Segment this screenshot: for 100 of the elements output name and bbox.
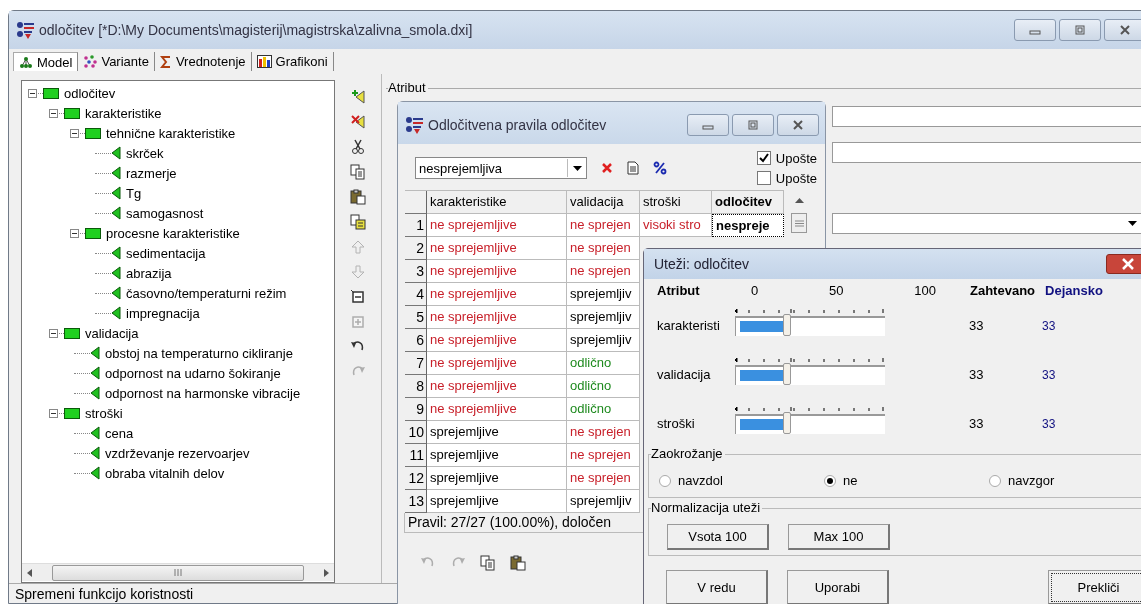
scale-label: 50: [829, 282, 844, 298]
radio-button[interactable]: ne: [824, 473, 989, 488]
copy-icon[interactable]: [480, 555, 496, 571]
tree-item[interactable]: karakteristike: [85, 105, 162, 121]
table-cell: sprejemljiv: [567, 283, 640, 306]
close-button[interactable]: [1104, 19, 1141, 41]
collapse-icon[interactable]: [49, 328, 58, 338]
column-header[interactable]: validacija: [567, 191, 640, 214]
scroll-right-icon[interactable]: [322, 568, 330, 577]
dots-icon: [83, 55, 98, 68]
tree-item[interactable]: sedimentacija: [126, 245, 206, 261]
attribute-label: stroški: [657, 416, 696, 431]
maximize-icon: [1074, 25, 1086, 35]
input-field[interactable]: [832, 142, 1141, 163]
ok-button[interactable]: V redu: [666, 570, 768, 604]
collapse-icon[interactable]: [28, 88, 37, 98]
tree-item[interactable]: validacija: [85, 325, 139, 341]
weight-slider[interactable]: [735, 358, 885, 385]
actual-value: 33: [1042, 416, 1056, 431]
table-cell: visoki stro: [640, 214, 712, 237]
tree-item[interactable]: odpornost na harmonske vibracije: [105, 385, 301, 401]
column-header: Dejansko: [1045, 282, 1103, 298]
scale-label: 100: [914, 282, 936, 298]
tree-item[interactable]: tehnične karakteristike: [106, 125, 236, 141]
weight-slider[interactable]: [735, 407, 885, 434]
leaf-node-icon: [90, 386, 100, 400]
corner-cell: [405, 191, 427, 214]
column-header[interactable]: odločitev: [712, 191, 784, 214]
leaf-node-icon: [90, 366, 100, 380]
column-header[interactable]: stroški: [640, 191, 712, 214]
close-icon: [792, 120, 804, 130]
copy-icon[interactable]: [350, 164, 366, 180]
tree-item[interactable]: samogasnost: [126, 205, 204, 221]
tree-item[interactable]: obstoj na temperaturno cikliranje: [105, 345, 293, 361]
percent-icon[interactable]: [653, 161, 667, 175]
close-button[interactable]: [1106, 254, 1141, 274]
row-number: 13: [405, 490, 427, 513]
row-number: 7: [405, 352, 427, 375]
collapse-icon[interactable]: [49, 108, 58, 118]
normalize-button[interactable]: Max 100: [788, 524, 890, 550]
collapse-icon[interactable]: [70, 228, 79, 238]
leaf-node-icon: [90, 466, 100, 480]
tree-item[interactable]: Tg: [126, 185, 142, 201]
tree-item[interactable]: stroški: [85, 405, 123, 421]
normalize-button[interactable]: Vsota 100: [667, 524, 769, 550]
scale-label: 0: [751, 282, 759, 298]
radio-button[interactable]: navzdol: [659, 473, 824, 488]
group-title: Zaokrožanje: [651, 446, 725, 461]
apply-button[interactable]: Uporabi: [787, 570, 889, 604]
tree-item[interactable]: razmerje: [126, 165, 177, 181]
tree-item[interactable]: odpornost na udarno šokiranje: [105, 365, 281, 381]
close-icon: [1121, 258, 1135, 270]
table-cell: odlično: [567, 352, 640, 375]
dropdown[interactable]: [832, 213, 1141, 234]
filter-dropdown[interactable]: nesprejemljiva: [415, 157, 587, 179]
table-cell: sprejemljive: [427, 490, 567, 513]
paste-icon[interactable]: [510, 555, 526, 571]
tree-item[interactable]: odločitev: [64, 85, 116, 101]
add-node-icon[interactable]: [350, 89, 366, 105]
tree-item[interactable]: skrček: [126, 145, 164, 161]
aggregate-node-icon: [64, 327, 80, 339]
column-header[interactable]: karakteristike: [427, 191, 567, 214]
tab[interactable]: Model: [13, 52, 79, 71]
collapse-icon[interactable]: [49, 408, 58, 418]
collapse-icon[interactable]: [70, 128, 79, 138]
horizontal-scrollbar[interactable]: [22, 563, 334, 581]
tree-item[interactable]: obraba vitalnih delov: [105, 465, 225, 481]
document-icon[interactable]: [627, 161, 639, 175]
group-title: Atribut: [388, 80, 428, 95]
tree-item[interactable]: abrazija: [126, 265, 172, 281]
delete-icon[interactable]: [601, 162, 613, 174]
tree-item[interactable]: procesne karakteristike: [106, 225, 240, 241]
checkbox[interactable]: Upošte: [756, 150, 817, 166]
radio-button[interactable]: navzgor: [989, 473, 1141, 488]
leaf-node-icon: [111, 286, 121, 300]
scissors-icon[interactable]: [350, 139, 366, 155]
cancel-button[interactable]: Prekliči: [1048, 570, 1141, 604]
table-cell: ne sprejemljive: [427, 214, 567, 237]
row-number: 3: [405, 260, 427, 283]
tree-item[interactable]: vzdrževanje rezervoarjev: [105, 445, 250, 461]
table-cell: ne sprejemljive: [427, 237, 567, 260]
tree-item[interactable]: časovno/temperaturni režim: [126, 285, 287, 301]
paste-special-icon[interactable]: [350, 214, 366, 230]
table-cell: ne sprejen: [567, 214, 640, 237]
delete-node-icon[interactable]: [350, 114, 366, 130]
checkbox[interactable]: Upošte: [756, 170, 817, 186]
table-cell: ne sprejemljive: [427, 260, 567, 283]
input-field[interactable]: [832, 106, 1141, 127]
tree-item[interactable]: cena: [105, 425, 134, 441]
weight-slider[interactable]: [735, 309, 885, 336]
caret-icon: [572, 165, 582, 171]
paste-icon[interactable]: [350, 189, 366, 205]
close-button[interactable]: [777, 114, 819, 136]
scroll-up-icon[interactable]: [794, 198, 804, 203]
tree-item[interactable]: impregnacija: [126, 305, 200, 321]
scroll-left-icon[interactable]: [26, 568, 34, 577]
sigma-icon: [159, 55, 172, 68]
table-cell: ne sprejen: [567, 237, 640, 260]
required-value: 33: [969, 416, 985, 431]
collapse-icon[interactable]: [350, 289, 366, 305]
